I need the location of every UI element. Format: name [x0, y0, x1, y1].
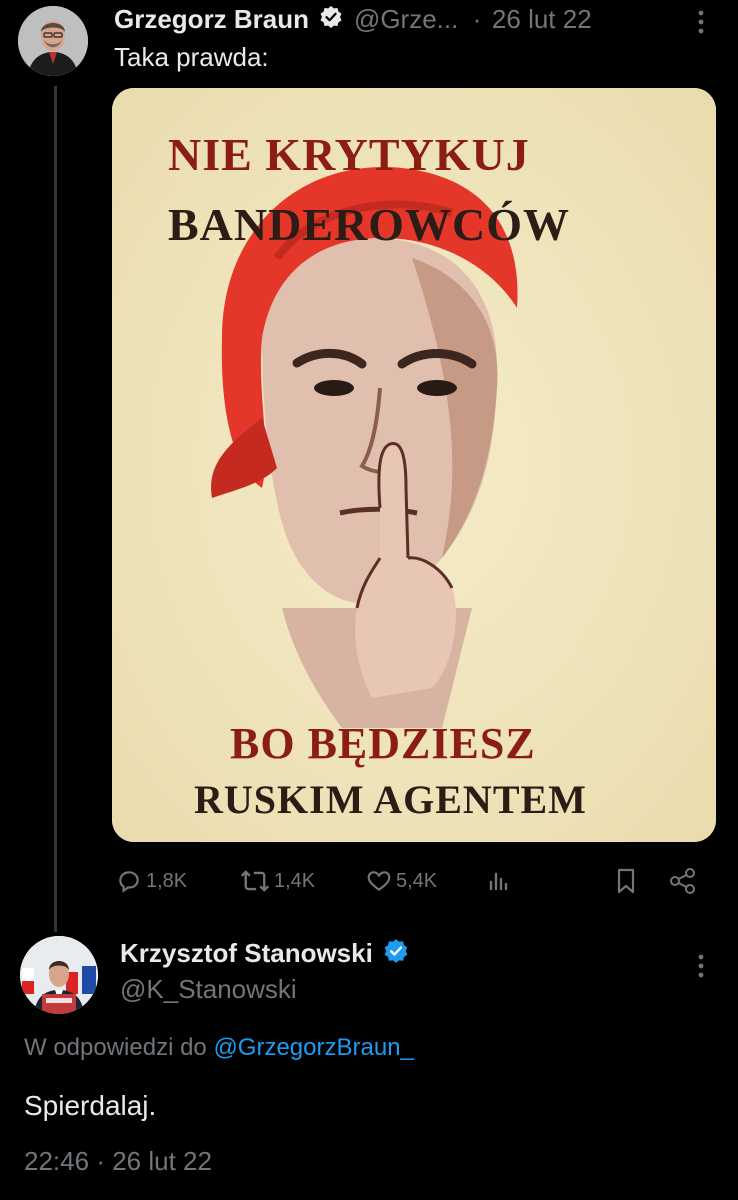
author-handle[interactable]: @Grze...	[354, 4, 458, 34]
poster-line-1: NIE KRYTYKUJ	[168, 129, 530, 180]
verified-badge-icon	[319, 5, 343, 42]
reply-count: 1,8K	[146, 869, 188, 892]
tweet-date[interactable]: 26 lut 22	[492, 4, 592, 34]
reply-date: 26 lut 22	[112, 1146, 212, 1176]
reply-button[interactable]: 1,8K	[116, 866, 187, 896]
timestamp-separator: ·	[96, 1146, 105, 1176]
like-count: 5,4K	[396, 869, 438, 892]
more-options-icon[interactable]	[695, 952, 707, 980]
reply-time: 22:46	[24, 1146, 90, 1176]
reply-icon	[119, 871, 139, 893]
avatar-portrait-icon	[20, 936, 98, 1014]
reply-mention-link[interactable]: @GrzegorzBraun_	[213, 1034, 413, 1061]
avatar-krzysztof-stanowski[interactable]	[20, 936, 98, 1014]
author-handle[interactable]: @K_Stanowski	[120, 974, 297, 1005]
heart-icon	[367, 871, 391, 891]
views-button[interactable]	[486, 866, 510, 896]
tweet-header: Grzegorz Braun @Grze... · 26 lut 22	[114, 2, 592, 36]
bookmark-button[interactable]	[614, 866, 638, 896]
poster-line-3: BO BĘDZIESZ	[230, 719, 536, 768]
share-button[interactable]	[668, 866, 698, 896]
tweet-media-image[interactable]: NIE KRYTYKUJ BANDEROWCÓW BO BĘDZIESZ RUS…	[112, 88, 716, 842]
header-separator: ·	[472, 4, 482, 34]
tweet-text: Taka prawda:	[114, 42, 269, 72]
reply-context: W odpowiedzi do @GrzegorzBraun_	[24, 1034, 414, 1062]
retweet-button[interactable]: 1,4K	[240, 866, 315, 896]
poster-line-4: RUSKIM AGENTEM	[194, 777, 587, 822]
retweet-icon	[240, 870, 270, 892]
bookmark-icon	[617, 868, 635, 894]
share-icon	[670, 868, 695, 894]
author-name[interactable]: Grzegorz Braun	[114, 4, 309, 34]
poster-line-2: BANDEROWCÓW	[168, 199, 571, 250]
reply-timestamp[interactable]: 22:46 · 26 lut 22	[24, 1146, 212, 1177]
avatar-portrait-icon	[18, 6, 88, 76]
verified-badge-icon	[383, 938, 409, 977]
thread-connector-line	[54, 86, 57, 932]
analytics-icon	[489, 872, 508, 891]
reply-author-row: Krzysztof Stanowski	[120, 936, 409, 970]
retweet-count: 1,4K	[274, 869, 316, 892]
author-name[interactable]: Krzysztof Stanowski	[120, 938, 373, 968]
reply-text: Spierdalaj.	[24, 1090, 157, 1121]
avatar-grzegorz-braun[interactable]	[18, 6, 88, 76]
reply-prefix: W odpowiedzi do	[24, 1034, 207, 1061]
like-button[interactable]: 5,4K	[366, 866, 437, 896]
more-options-icon[interactable]	[695, 8, 707, 36]
